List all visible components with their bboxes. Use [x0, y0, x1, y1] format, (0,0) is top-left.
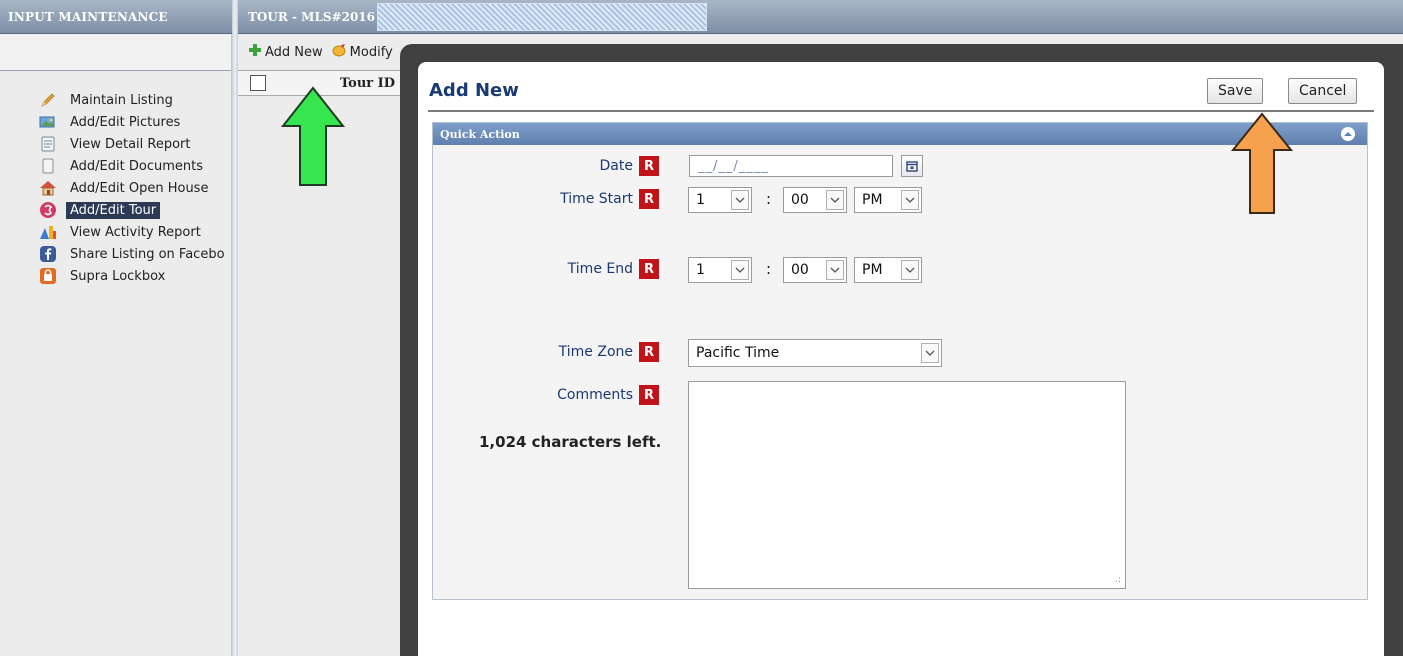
input-maintenance-header: INPUT MAINTENANCE	[0, 0, 232, 34]
tour-header: TOUR - MLS#2016	[238, 0, 1403, 34]
section-title: Quick Action	[440, 127, 520, 141]
time-end-hour-select[interactable]: 1	[688, 257, 752, 283]
modify-button[interactable]: Modify	[331, 43, 393, 61]
house-icon	[38, 178, 58, 198]
activity-chart-icon	[38, 222, 58, 242]
save-button[interactable]: Save	[1207, 78, 1264, 104]
time-end-label-row: Time End R	[568, 259, 659, 279]
time-end-ampm-select[interactable]: PM	[854, 257, 922, 283]
chevron-down-icon	[901, 260, 919, 280]
sidebar-item-detail-report[interactable]: View Detail Report	[0, 133, 231, 155]
chevron-down-icon	[731, 190, 749, 210]
collapse-icon[interactable]	[1341, 127, 1355, 141]
add-new-button[interactable]: Add New	[248, 43, 323, 61]
quick-action-header[interactable]: Quick Action	[433, 123, 1367, 145]
chevron-down-icon	[826, 190, 844, 210]
required-marker: R	[639, 259, 659, 279]
pencil-icon	[38, 90, 58, 110]
required-marker: R	[639, 156, 659, 176]
required-marker: R	[639, 385, 659, 405]
sidebar-item-documents[interactable]: Add/Edit Documents	[0, 155, 231, 177]
time-end-label: Time End	[567, 261, 633, 277]
pictures-icon	[38, 112, 58, 132]
sidebar-item-facebook[interactable]: Share Listing on Facebo	[0, 243, 231, 265]
sidebar-item-label: Add/Edit Documents	[70, 158, 203, 174]
comments-label: Comments	[557, 387, 633, 403]
calendar-icon[interactable]	[901, 155, 923, 177]
sidebar-item-pictures[interactable]: Add/Edit Pictures	[0, 111, 231, 133]
dialog-title: Add New	[429, 80, 519, 101]
input-maintenance-title: INPUT MAINTENANCE	[8, 9, 168, 24]
chevron-down-icon	[901, 190, 919, 210]
green-arrow-annotation	[280, 86, 346, 186]
time-end-hour-value: 1	[696, 262, 705, 278]
required-marker: R	[639, 342, 659, 362]
chevron-down-icon	[921, 343, 939, 363]
sidebar-item-label: Share Listing on Facebo	[70, 246, 225, 262]
tour-title: TOUR - MLS#2016	[248, 9, 375, 24]
resize-handle-icon[interactable]: .:	[1115, 575, 1121, 585]
sidebar-item-label: Add/Edit Open House	[70, 180, 209, 196]
sidebar-item-activity-report[interactable]: View Activity Report	[0, 221, 231, 243]
time-start-hour-value: 1	[696, 192, 705, 208]
time-separator: :	[766, 260, 772, 278]
time-start-label: Time Start	[560, 191, 633, 207]
column-header-tour-id[interactable]: Tour ID	[340, 76, 395, 91]
lockbox-icon	[38, 266, 58, 286]
time-zone-label-row: Time Zone R	[559, 342, 659, 362]
select-all-checkbox[interactable]	[250, 75, 266, 91]
sidebar-item-label: Supra Lockbox	[70, 268, 166, 284]
sidebar-item-label: View Detail Report	[70, 136, 191, 152]
sidebar-top-band	[0, 34, 231, 71]
sidebar: Maintain Listing Add/Edit Pictures View …	[0, 34, 232, 656]
report-icon	[38, 134, 58, 154]
sidebar-menu: Maintain Listing Add/Edit Pictures View …	[0, 71, 231, 287]
time-start-minute-select[interactable]: 00	[783, 187, 847, 213]
quick-action-section: Quick Action Date R __/__/____ Time Star…	[432, 122, 1368, 600]
orange-arrow-annotation	[1230, 112, 1294, 214]
modify-label: Modify	[349, 44, 393, 60]
comments-label-row: Comments R	[557, 385, 659, 405]
redacted-mls-number	[377, 2, 707, 31]
time-end-minute-select[interactable]: 00	[783, 257, 847, 283]
chevron-down-icon	[826, 260, 844, 280]
documents-icon	[38, 156, 58, 176]
characters-left-counter: 1,024 characters left.	[479, 433, 662, 451]
sidebar-item-tour[interactable]: Add/Edit Tour	[0, 199, 231, 221]
time-zone-label: Time Zone	[558, 344, 633, 360]
time-separator: :	[766, 190, 772, 208]
time-zone-select[interactable]: Pacific Time	[688, 339, 942, 367]
tour-icon	[38, 200, 58, 220]
comments-textarea[interactable]: .:	[688, 381, 1126, 589]
time-start-minute-value: 00	[791, 192, 809, 208]
sidebar-item-open-house[interactable]: Add/Edit Open House	[0, 177, 231, 199]
cancel-button[interactable]: Cancel	[1288, 78, 1358, 104]
chevron-down-icon	[731, 260, 749, 280]
required-marker: R	[639, 189, 659, 209]
time-start-hour-select[interactable]: 1	[688, 187, 752, 213]
sidebar-item-supra-lockbox[interactable]: Supra Lockbox	[0, 265, 231, 287]
sidebar-item-maintain-listing[interactable]: Maintain Listing	[0, 89, 231, 111]
sidebar-item-label: Maintain Listing	[70, 92, 173, 108]
time-start-label-row: Time Start R	[560, 189, 659, 209]
date-label: Date	[599, 158, 633, 174]
plus-icon	[248, 43, 262, 61]
time-end-ampm-value: PM	[862, 262, 883, 278]
date-label-row: Date R	[600, 156, 659, 176]
time-zone-value: Pacific Time	[696, 345, 780, 361]
add-new-label: Add New	[265, 44, 323, 60]
modify-icon	[331, 43, 347, 61]
time-end-minute-value: 00	[791, 262, 809, 278]
sidebar-item-label: View Activity Report	[70, 224, 201, 240]
sidebar-item-label: Add/Edit Pictures	[70, 114, 181, 130]
date-input[interactable]: __/__/____	[689, 155, 893, 177]
tour-toolbar: Add New Modify	[238, 34, 408, 70]
time-start-ampm-select[interactable]: PM	[854, 187, 922, 213]
facebook-icon	[38, 244, 58, 264]
time-start-ampm-value: PM	[862, 192, 883, 208]
sidebar-item-label: Add/Edit Tour	[66, 201, 161, 219]
